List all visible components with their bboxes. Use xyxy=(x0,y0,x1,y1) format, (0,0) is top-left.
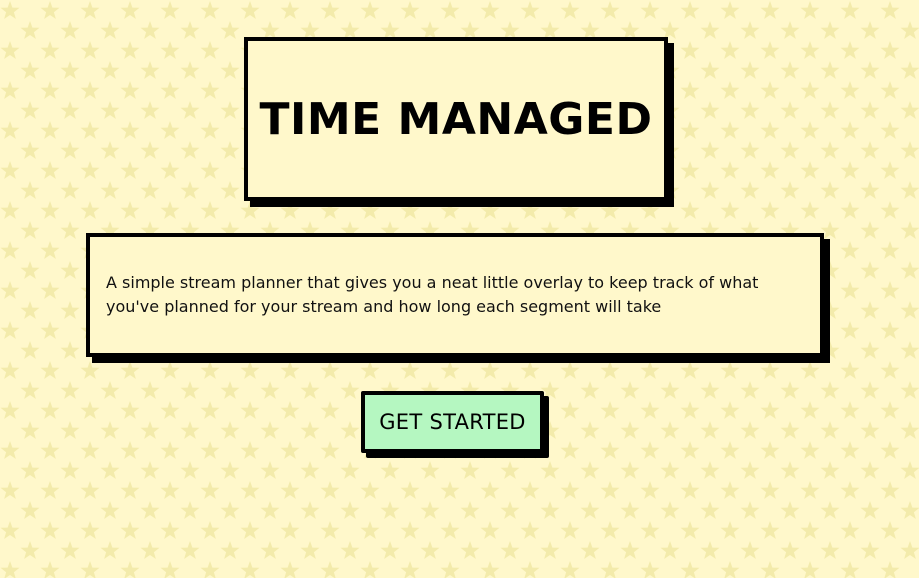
description-card: A simple stream planner that gives you a… xyxy=(86,233,824,357)
app-description: A simple stream planner that gives you a… xyxy=(106,273,759,316)
page-title: TIME MANAGED xyxy=(259,93,653,145)
title-card: TIME MANAGED xyxy=(244,37,668,201)
get-started-label: GET STARTED xyxy=(379,410,526,434)
get-started-button[interactable]: GET STARTED xyxy=(361,391,544,453)
